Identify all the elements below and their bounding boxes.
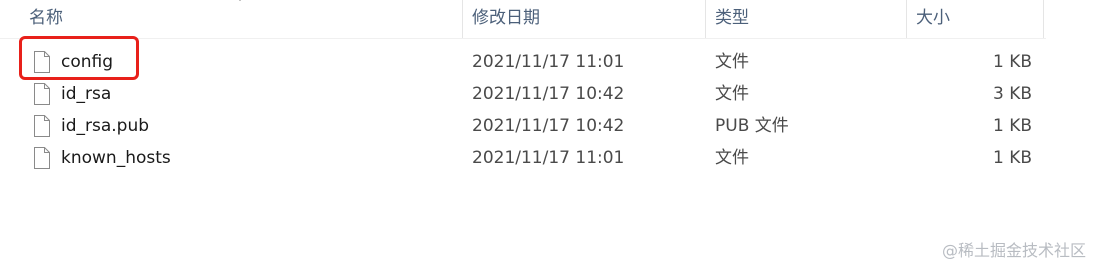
column-header: 名称 修改日期 类型 大小 (0, 0, 1046, 39)
file-date: 2021/11/17 10:42 (472, 116, 625, 136)
file-size: 1 KB (992, 52, 1032, 72)
file-type: 文件 (715, 52, 749, 72)
sort-chevron-icon (239, 0, 241, 1)
column-type-header[interactable]: 类型 (707, 0, 905, 38)
file-icon (34, 83, 50, 105)
column-divider[interactable] (906, 0, 907, 38)
file-name: id_rsa.pub (61, 116, 150, 136)
column-divider[interactable] (1043, 0, 1044, 38)
column-size-header[interactable]: 大小 (908, 0, 1044, 38)
file-type: PUB 文件 (715, 116, 789, 136)
file-size: 3 KB (992, 84, 1032, 104)
file-name: known_hosts (61, 148, 171, 168)
column-name-header[interactable]: 名称 (21, 0, 461, 38)
file-row-id-rsa-pub[interactable]: id_rsa.pub 2021/11/17 10:42 PUB 文件 1 KB (0, 110, 1046, 142)
file-type: 文件 (715, 84, 749, 104)
file-date: 2021/11/17 11:01 (472, 52, 625, 72)
highlight-annotation (19, 36, 139, 80)
file-size: 1 KB (992, 148, 1032, 168)
file-date: 2021/11/17 11:01 (472, 148, 625, 168)
column-divider[interactable] (705, 0, 706, 38)
file-icon (34, 147, 50, 169)
file-name: id_rsa (61, 84, 112, 104)
file-list: config 2021/11/17 11:01 文件 1 KB id_rsa 2… (0, 46, 1046, 174)
file-date: 2021/11/17 10:42 (472, 84, 625, 104)
column-date-header[interactable]: 修改日期 (464, 0, 704, 38)
file-row-known-hosts[interactable]: known_hosts 2021/11/17 11:01 文件 1 KB (0, 142, 1046, 174)
column-divider[interactable] (462, 0, 463, 38)
file-size: 1 KB (992, 116, 1032, 136)
file-type: 文件 (715, 148, 749, 168)
file-row-id-rsa[interactable]: id_rsa 2021/11/17 10:42 文件 3 KB (0, 78, 1046, 110)
file-explorer: 名称 修改日期 类型 大小 config 2021/11/17 11:01 文件… (0, 0, 1100, 269)
watermark: @稀土掘金技术社区 (941, 241, 1086, 260)
file-row-config[interactable]: config 2021/11/17 11:01 文件 1 KB (0, 46, 1046, 78)
file-icon (34, 115, 50, 137)
